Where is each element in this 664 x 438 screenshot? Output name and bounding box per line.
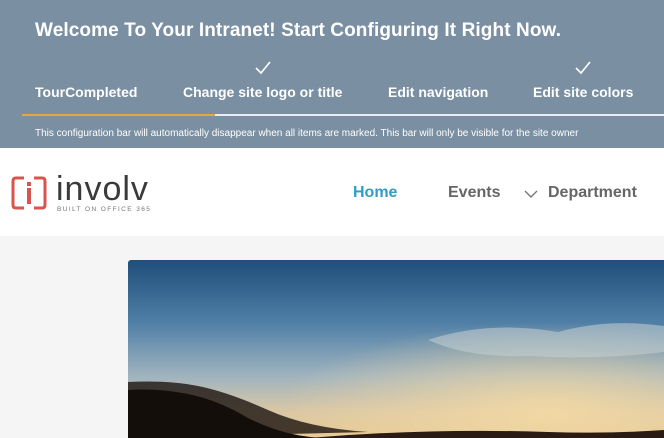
config-bar-title: Welcome To Your Intranet! Start Configur… [35,20,562,41]
config-progress-fill [22,114,215,116]
step-edit-navigation[interactable]: Edit navigation [388,58,488,118]
nav-item-home[interactable]: Home [353,184,397,202]
checkmark-icon [255,61,271,75]
config-steps: TourCompleted Change site logo or title … [0,58,664,118]
step-change-logo[interactable]: Change site logo or title [183,58,343,118]
checkmark-icon [575,61,591,75]
configuration-bar: Welcome To Your Intranet! Start Configur… [0,0,664,148]
logo-wordmark[interactable]: involv [56,170,149,209]
step-label: Edit navigation [388,84,489,100]
config-bar-note: This configuration bar will automaticall… [35,128,579,139]
step-label: Edit site colors [533,84,634,100]
step-edit-colors[interactable]: Edit site colors [533,58,633,118]
nav-item-department[interactable]: Department [548,184,637,202]
main-content [0,236,664,438]
step-label: Change site logo or title [183,84,343,100]
step-label: TourCompleted [35,84,138,100]
involv-logo-icon[interactable] [10,174,48,212]
site-header: involv BUILT ON OFFICE 365 Home Events D… [0,148,664,236]
step-tour-completed[interactable]: TourCompleted [35,58,145,118]
config-progress-track [22,114,664,116]
hero-image [128,260,664,438]
logo-tagline: BUILT ON OFFICE 365 [57,206,152,213]
nav-item-events[interactable]: Events [448,184,500,202]
chevron-down-icon[interactable] [524,189,538,199]
